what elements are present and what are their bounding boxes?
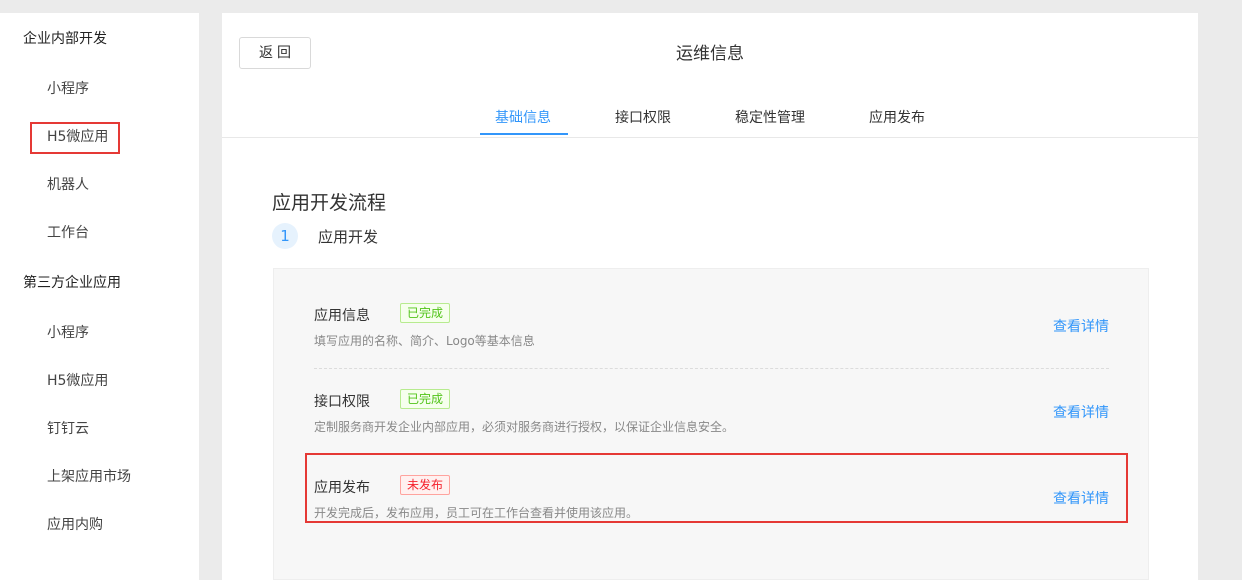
process-row-app-info: 应用信息 已完成 填写应用的名称、简介、Logo等基本信息 查看详情 [314, 282, 1109, 368]
sidebar-group-thirdparty: 第三方企业应用 [23, 275, 121, 291]
status-badge: 已完成 [400, 389, 451, 409]
sidebar-item-thirdparty-market[interactable]: 上架应用市场 [47, 467, 131, 487]
step-label: 应用开发 [318, 228, 379, 246]
window-top-strip [0, 0, 1242, 13]
process-row-api-permission: 接口权限 已完成 定制服务商开发企业内部应用，必须对服务商进行授权，以保证企业信… [314, 368, 1109, 454]
sidebar-item-thirdparty-iap[interactable]: 应用内购 [47, 515, 103, 535]
sidebar-item-thirdparty-h5[interactable]: H5微应用 [47, 371, 108, 391]
row-description: 定制服务商开发企业内部应用，必须对服务商进行授权，以保证企业信息安全。 [314, 420, 735, 434]
process-card: 应用信息 已完成 填写应用的名称、简介、Logo等基本信息 查看详情 接口权限 … [273, 268, 1149, 580]
row-description: 填写应用的名称、简介、Logo等基本信息 [314, 334, 535, 348]
sidebar-item-internal-miniapp[interactable]: 小程序 [47, 79, 89, 99]
sidebar [0, 13, 199, 580]
tab-publish[interactable]: 应用发布 [869, 107, 925, 127]
highlight-box-h5-item [30, 122, 120, 154]
tab-api-permission[interactable]: 接口权限 [615, 107, 671, 127]
sidebar-item-internal-robot[interactable]: 机器人 [47, 175, 89, 195]
tab-basic-info[interactable]: 基础信息 [495, 107, 551, 127]
step-number-badge: 1 [272, 223, 298, 249]
view-details-link[interactable]: 查看详情 [1053, 316, 1109, 336]
row-title: 接口权限 [314, 394, 370, 410]
sidebar-group-internal: 企业内部开发 [23, 31, 107, 47]
section-title: 应用开发流程 [272, 192, 387, 214]
highlight-box-publish-row [305, 453, 1128, 523]
sidebar-item-thirdparty-dingcloud[interactable]: 钉钉云 [47, 419, 89, 439]
status-badge: 已完成 [400, 303, 451, 323]
sidebar-item-internal-workbench[interactable]: 工作台 [47, 223, 89, 243]
sidebar-item-thirdparty-miniapp[interactable]: 小程序 [47, 323, 89, 343]
tab-stability[interactable]: 稳定性管理 [735, 107, 805, 127]
tab-bar: 基础信息 接口权限 稳定性管理 应用发布 [222, 105, 1198, 138]
row-title: 应用信息 [314, 308, 370, 324]
active-tab-indicator [480, 133, 568, 135]
view-details-link[interactable]: 查看详情 [1053, 402, 1109, 422]
page-title: 运维信息 [676, 44, 744, 64]
